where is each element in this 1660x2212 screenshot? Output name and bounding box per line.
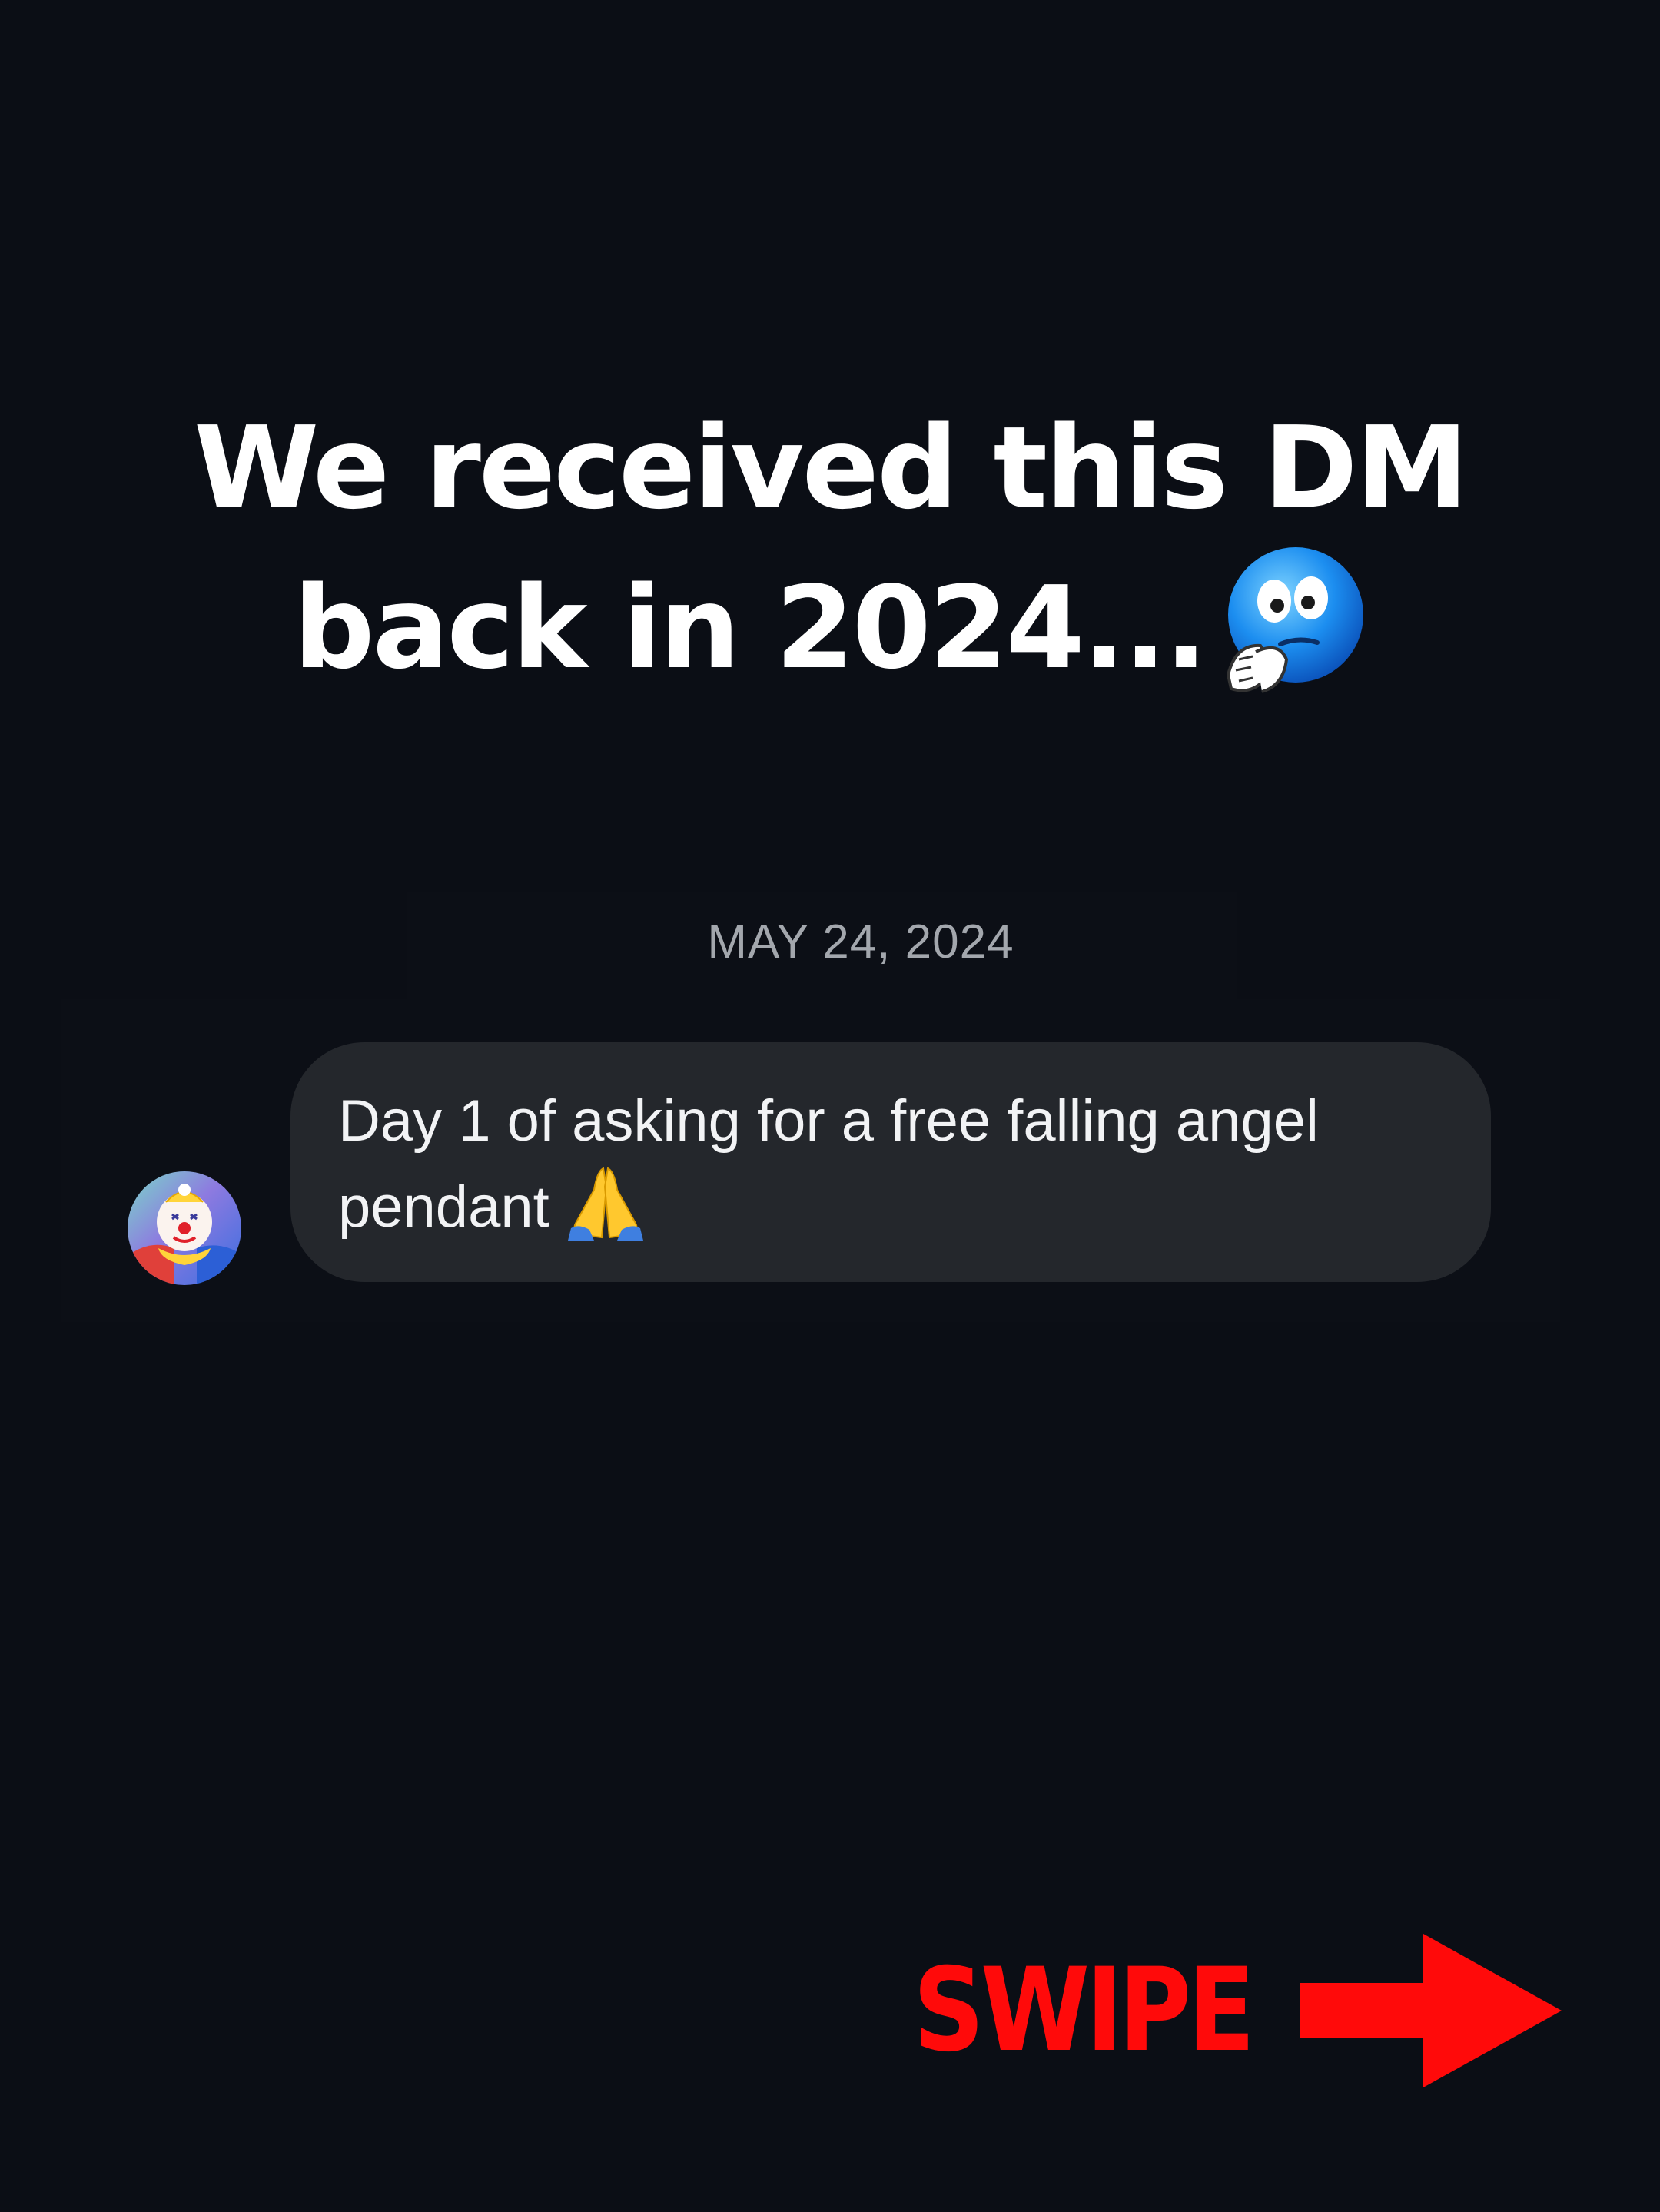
swipe-indicator[interactable]: SWIPE	[913, 1934, 1562, 2087]
folded-hands-icon	[563, 1164, 648, 1241]
headline-line-2-wrap: back in 2024...	[0, 544, 1660, 704]
swipe-label: SWIPE	[913, 1944, 1255, 2077]
message-bubble[interactable]: Day 1 of asking for a free falling angel…	[290, 1042, 1491, 1282]
headline: We received this DM back in 2024...	[0, 392, 1660, 704]
clown-avatar-icon[interactable]	[128, 1171, 241, 1285]
headline-line-1: We received this DM	[194, 402, 1469, 534]
headline-line-2: back in 2024...	[293, 562, 1208, 694]
arrow-right-icon	[1300, 1934, 1562, 2087]
nervous-praying-face-icon	[1213, 544, 1366, 698]
message-date: MAY 24, 2024	[707, 915, 1014, 968]
message-line-2: pendant	[338, 1174, 549, 1240]
message-line-2-wrap: pendant	[338, 1164, 1445, 1250]
message-line-1: Day 1 of asking for a free falling angel	[338, 1088, 1319, 1154]
